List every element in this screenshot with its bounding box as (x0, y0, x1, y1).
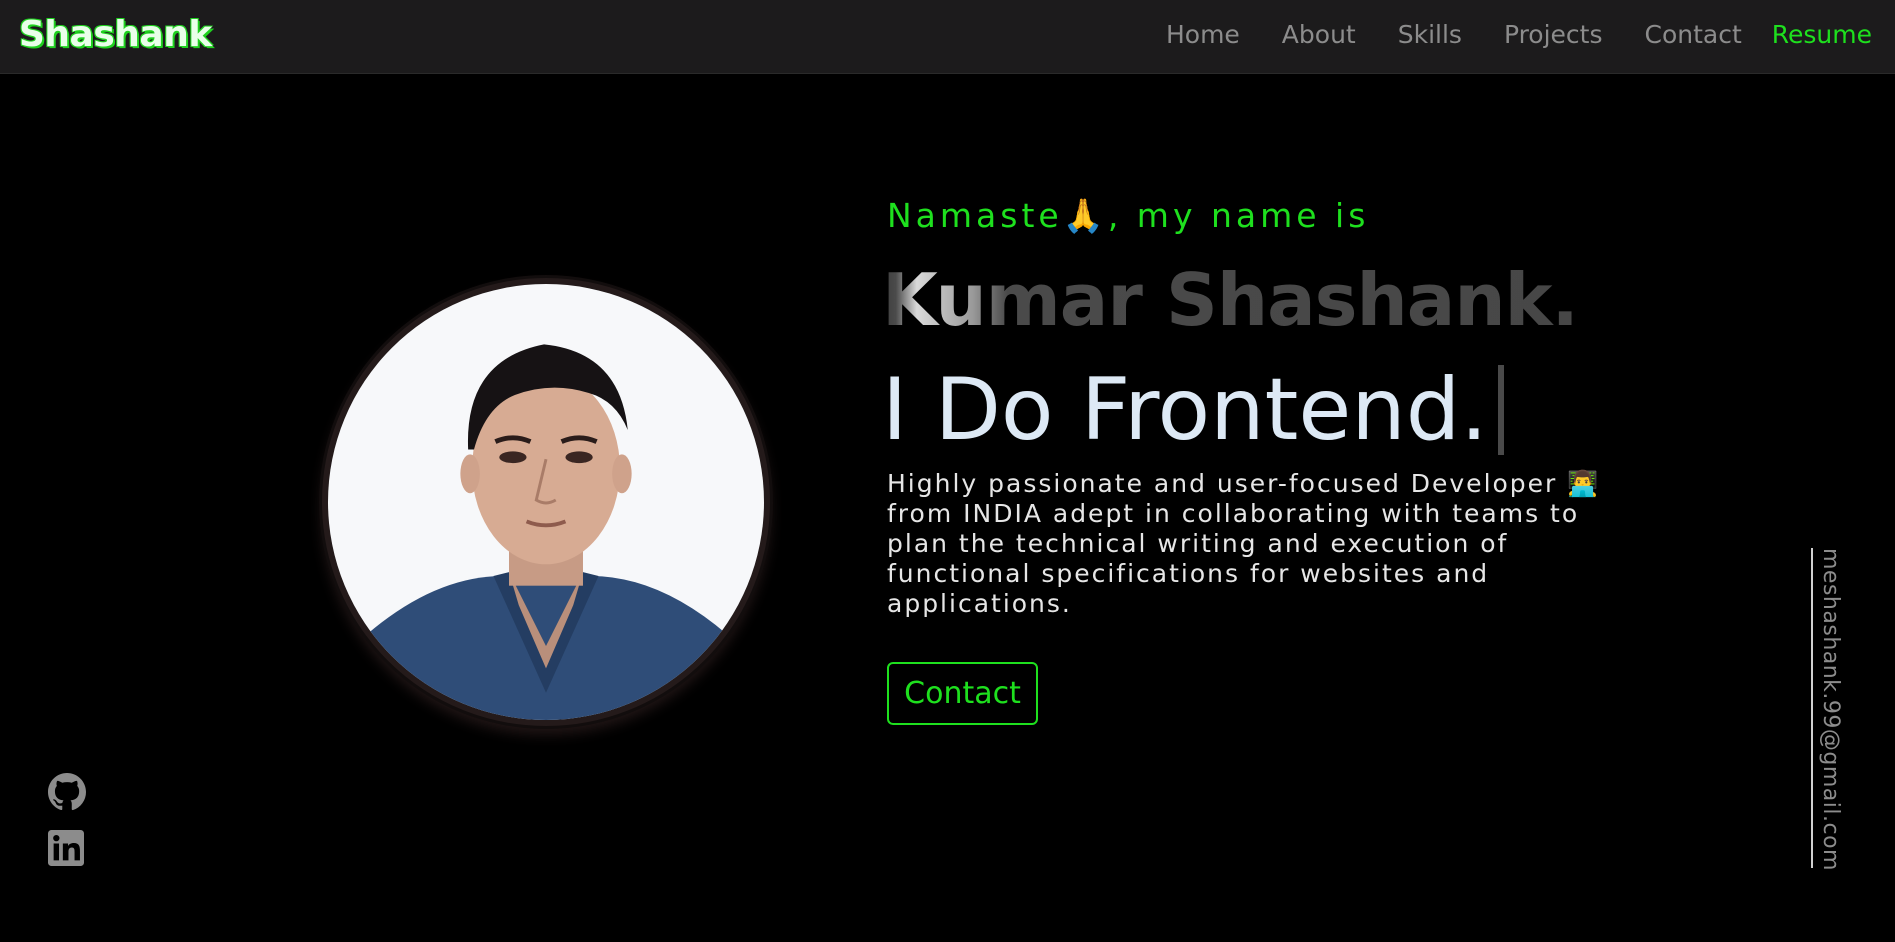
hero-tagline: I Do Frontend. (882, 360, 1504, 460)
email-link[interactable]: meshashank.99@gmail.com (1818, 548, 1843, 871)
nav-links: Home About Skills Projects Contact Resum… (1166, 20, 1872, 49)
greeting-text: Namaste🙏, my name is (887, 196, 1369, 236)
greeting-prefix: Namaste (887, 196, 1063, 235)
github-icon (48, 773, 86, 811)
developer-emoji-icon: 👨‍💻 (1567, 469, 1601, 498)
nav-about[interactable]: About (1282, 20, 1356, 49)
nav-contact[interactable]: Contact (1645, 20, 1742, 49)
namaste-emoji-icon: 🙏 (1062, 196, 1108, 235)
nav-resume[interactable]: Resume (1772, 20, 1872, 49)
tagline-text: I Do Frontend. (882, 360, 1488, 460)
nav-home[interactable]: Home (1166, 20, 1240, 49)
nav-skills[interactable]: Skills (1398, 20, 1462, 49)
profile-photo (328, 284, 764, 720)
profile-avatar (322, 278, 770, 726)
linkedin-link[interactable] (48, 830, 84, 866)
bio-line1: Highly passionate and user-focused Devel… (887, 469, 1558, 498)
top-navbar: Shashank Home About Skills Projects Cont… (0, 0, 1895, 74)
greeting-suffix: , my name is (1107, 196, 1370, 235)
bio-rest: from INDIA adept in collaborating with t… (887, 499, 1580, 618)
nav-projects[interactable]: Projects (1504, 20, 1603, 49)
typing-cursor (1497, 365, 1504, 455)
contact-button[interactable]: Contact (887, 662, 1038, 725)
site-logo[interactable]: Shashank (19, 14, 212, 55)
hero-name: Kumar Shashank. (882, 258, 1579, 342)
github-link[interactable] (48, 773, 86, 811)
linkedin-icon (48, 830, 84, 866)
hero-bio: Highly passionate and user-focused Devel… (887, 469, 1607, 619)
